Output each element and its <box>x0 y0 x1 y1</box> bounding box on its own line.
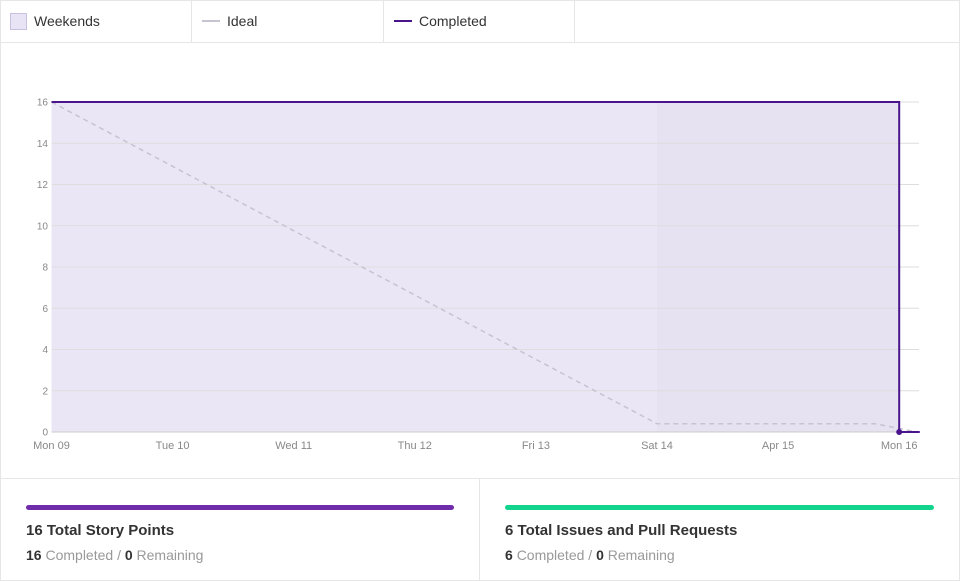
x-tick-label: Mon 09 <box>33 440 70 452</box>
legend-item-weekends[interactable]: Weekends <box>0 0 192 42</box>
issues-separator: / <box>588 547 593 563</box>
y-tick-label: 16 <box>37 98 49 109</box>
x-tick-label: Sat 14 <box>641 440 673 452</box>
y-tick-label: 2 <box>42 386 48 397</box>
legend-item-ideal[interactable]: Ideal <box>192 0 384 42</box>
story-points-completed-label: Completed <box>45 547 114 563</box>
completed-line-swatch-icon <box>394 20 412 22</box>
issues-stat: 6 Total Issues and Pull Requests 6 Compl… <box>480 479 960 581</box>
issues-completed-label: Completed <box>516 547 585 563</box>
story-points-progress-bar <box>26 505 454 510</box>
issues-remaining-label: Remaining <box>607 547 675 563</box>
legend-label-ideal: Ideal <box>227 13 258 29</box>
x-tick-label: Fri 13 <box>522 440 550 452</box>
issues-breakdown: 6 Completed / 0 Remaining <box>505 547 675 563</box>
burndown-chart-area: 0 2 4 6 8 10 12 14 16 Mon 09 Tue 10 Wed 11 Thu 12 Fri… <box>0 43 960 479</box>
burndown-chart: 0 2 4 6 8 10 12 14 16 Mon 09 Tue 10 Wed 11 Thu 12 Fri… <box>33 98 920 452</box>
issues-remaining-count: 0 <box>596 547 604 563</box>
stats-row: 16 Total Story Points 16 Completed / 0 R… <box>0 478 960 581</box>
story-points-remaining-count: 0 <box>124 547 133 563</box>
story-points-completed-count: 16 <box>26 547 42 563</box>
story-points-separator: / <box>117 547 121 563</box>
y-tick-label: 14 <box>37 139 49 150</box>
legend-item-completed[interactable]: Completed <box>384 0 575 42</box>
weekends-swatch-icon <box>10 12 27 30</box>
completed-end-marker <box>896 429 903 435</box>
y-tick-label: 10 <box>37 221 49 232</box>
y-tick-label: 4 <box>42 345 48 356</box>
story-points-title-text: Total Story Points <box>46 522 175 539</box>
story-points-title: 16 Total Story Points <box>26 522 174 539</box>
issues-total: 6 <box>505 522 514 539</box>
y-tick-label: 8 <box>42 263 48 274</box>
story-points-total: 16 <box>26 522 43 539</box>
issues-progress-bar <box>505 505 934 510</box>
y-tick-label: 0 <box>42 428 48 439</box>
story-points-breakdown: 16 Completed / 0 Remaining <box>26 547 203 563</box>
issues-title-text: Total Issues and Pull Requests <box>517 522 738 539</box>
issues-title: 6 Total Issues and Pull Requests <box>505 522 737 539</box>
x-tick-label: Wed 11 <box>275 440 312 452</box>
story-points-remaining-label: Remaining <box>136 547 204 563</box>
chart-legend: Weekends Ideal Completed <box>0 0 960 43</box>
y-tick-label: 6 <box>42 304 48 315</box>
x-tick-label: Apr 15 <box>762 440 794 452</box>
issues-completed-count: 6 <box>505 547 513 563</box>
ideal-line-swatch-icon <box>202 20 220 22</box>
y-tick-label: 12 <box>37 180 49 191</box>
x-tick-label: Tue 10 <box>156 440 190 452</box>
legend-label-completed: Completed <box>419 13 487 29</box>
x-tick-label: Thu 12 <box>398 440 432 452</box>
x-tick-label: Mon 16 <box>881 440 918 452</box>
story-points-stat: 16 Total Story Points 16 Completed / 0 R… <box>0 479 480 581</box>
legend-label-weekends: Weekends <box>34 13 100 29</box>
